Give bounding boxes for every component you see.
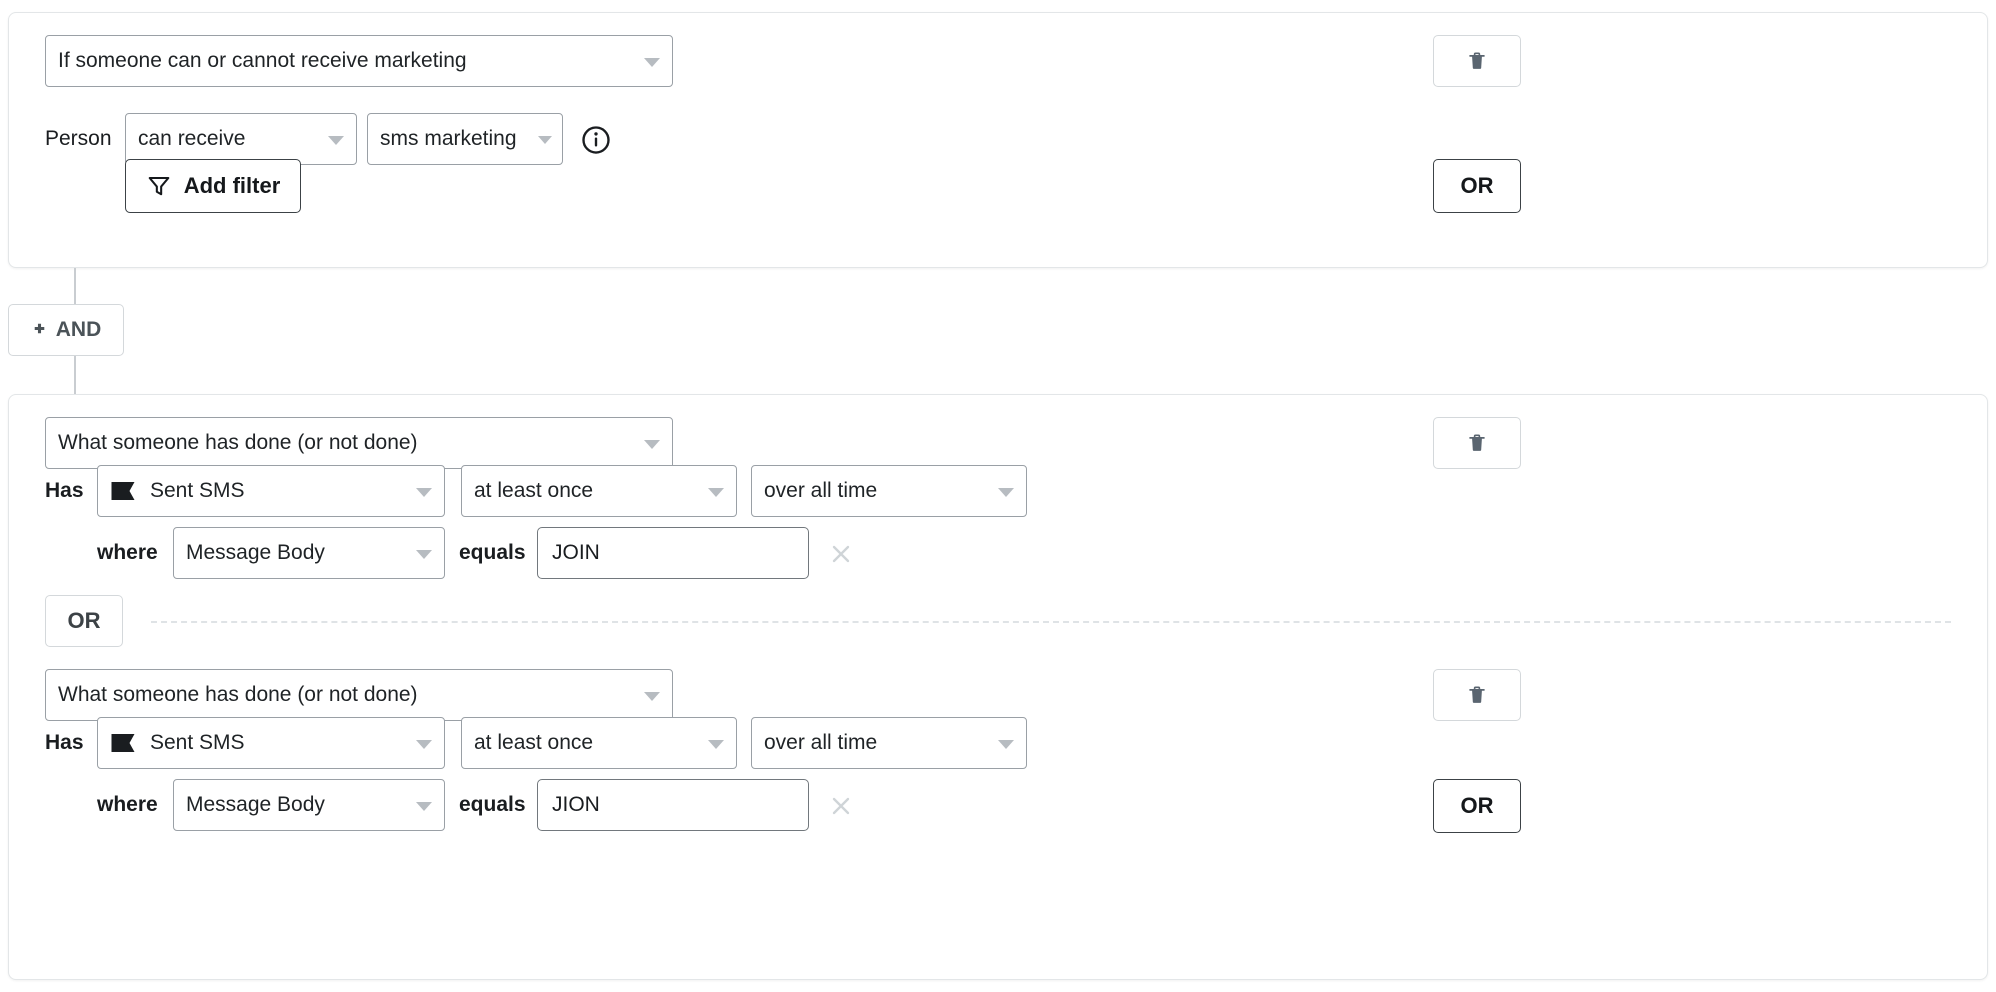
group-2-condition-1-delete-button[interactable]: [1433, 417, 1521, 469]
group-2-condition-1-frequency-value: at least once: [474, 479, 594, 502]
connector-line-bottom: [74, 356, 76, 394]
chevron-down-icon: [416, 488, 432, 497]
group-2-condition-1-value-text: JOIN: [552, 541, 600, 564]
group-2-condition-2-value-input[interactable]: JION: [537, 779, 809, 831]
close-icon[interactable]: [827, 540, 855, 568]
group-1-or-button[interactable]: OR: [1433, 159, 1521, 213]
group-2-condition-2-metric-select[interactable]: Sent SMS: [97, 717, 445, 769]
group-2-condition-1-timeframe-value: over all time: [764, 479, 878, 502]
group-2-condition-1-frequency-select[interactable]: at least once: [461, 465, 737, 517]
group-2-condition-1-definition-select[interactable]: What someone has done (or not done): [45, 417, 673, 469]
info-icon[interactable]: [581, 125, 611, 155]
segment-builder: If someone can or cannot receive marketi…: [0, 0, 1996, 992]
group-2-or-divider: [151, 621, 1951, 623]
group-1-definition-select[interactable]: If someone can or cannot receive marketi…: [45, 35, 673, 87]
group-1-add-filter-label: Add filter: [183, 173, 281, 198]
funnel-icon: [148, 176, 170, 196]
group-2-condition-1-has-label: Has: [45, 479, 84, 502]
chevron-down-icon: [998, 488, 1014, 497]
flag-icon: [111, 734, 135, 752]
group-1-channel-select[interactable]: sms marketing: [367, 113, 563, 165]
group-1-receive-status-value: can receive: [138, 127, 246, 150]
group-2-condition-1-value-input[interactable]: JOIN: [537, 527, 809, 579]
group-1-row-1-prefix: Person: [45, 127, 112, 150]
group-2-inner-or-button[interactable]: OR: [45, 595, 123, 647]
group-1-channel-value: sms marketing: [380, 127, 517, 150]
group-1-receive-status-select[interactable]: can receive: [125, 113, 357, 165]
group-1-delete-button[interactable]: [1433, 35, 1521, 87]
group-2-condition-2-timeframe-select[interactable]: over all time: [751, 717, 1027, 769]
group-2-condition-1-where-label: where: [97, 541, 158, 564]
add-and-condition-button[interactable]: AND: [8, 304, 124, 356]
close-icon[interactable]: [827, 792, 855, 820]
group-2-condition-2-timeframe-value: over all time: [764, 731, 878, 754]
trash-icon: [1469, 686, 1485, 703]
group-2-condition-1-operator-label: equals: [459, 541, 526, 564]
chevron-down-icon: [998, 740, 1014, 749]
group-2-condition-1-definition-label: What someone has done (or not done): [58, 431, 418, 454]
condition-group-1: If someone can or cannot receive marketi…: [8, 12, 1988, 268]
group-2-condition-2-has-label: Has: [45, 731, 84, 754]
chevron-down-icon: [644, 692, 660, 701]
condition-group-2: What someone has done (or not done) Has …: [8, 394, 1988, 980]
group-2-condition-2-value-text: JION: [552, 793, 600, 816]
chevron-down-icon: [416, 802, 432, 811]
group-2-condition-2-frequency-value: at least once: [474, 731, 594, 754]
add-and-condition-label: AND: [55, 318, 102, 341]
group-1-or-label: OR: [1460, 173, 1494, 198]
flag-icon: [111, 482, 135, 500]
group-1-definition-label: If someone can or cannot receive marketi…: [58, 49, 467, 72]
connector-line-top: [74, 268, 76, 304]
group-2-condition-1-metric-label: Sent SMS: [150, 479, 245, 502]
chevron-down-icon: [416, 740, 432, 749]
plus-icon: [34, 323, 45, 333]
group-2-condition-2-where-label: where: [97, 793, 158, 816]
group-2-condition-2-metric-label: Sent SMS: [150, 731, 245, 754]
group-2-condition-2-operator-label: equals: [459, 793, 526, 816]
group-2-or-label: OR: [1460, 793, 1494, 818]
group-2-condition-2-delete-button[interactable]: [1433, 669, 1521, 721]
group-2-condition-2-definition-select[interactable]: What someone has done (or not done): [45, 669, 673, 721]
group-2-condition-1-timeframe-select[interactable]: over all time: [751, 465, 1027, 517]
group-2-condition-2-property-select[interactable]: Message Body: [173, 779, 445, 831]
group-2-condition-2-frequency-select[interactable]: at least once: [461, 717, 737, 769]
group-2-or-button[interactable]: OR: [1433, 779, 1521, 833]
group-2-inner-or-label: OR: [67, 608, 101, 633]
group-2-condition-1-property-value: Message Body: [186, 541, 325, 564]
group-2-condition-1-property-select[interactable]: Message Body: [173, 527, 445, 579]
chevron-down-icon: [708, 740, 724, 749]
chevron-down-icon: [644, 58, 660, 67]
group-2-condition-2-definition-label: What someone has done (or not done): [58, 683, 418, 706]
group-2-condition-1-metric-select[interactable]: Sent SMS: [97, 465, 445, 517]
chevron-down-icon: [708, 488, 724, 497]
chevron-down-icon: [538, 136, 552, 144]
trash-icon: [1469, 52, 1485, 69]
chevron-down-icon: [644, 440, 660, 449]
group-2-condition-2-property-value: Message Body: [186, 793, 325, 816]
trash-icon: [1469, 434, 1485, 451]
chevron-down-icon: [328, 136, 344, 145]
chevron-down-icon: [416, 550, 432, 559]
group-1-add-filter-button[interactable]: Add filter: [125, 159, 301, 213]
